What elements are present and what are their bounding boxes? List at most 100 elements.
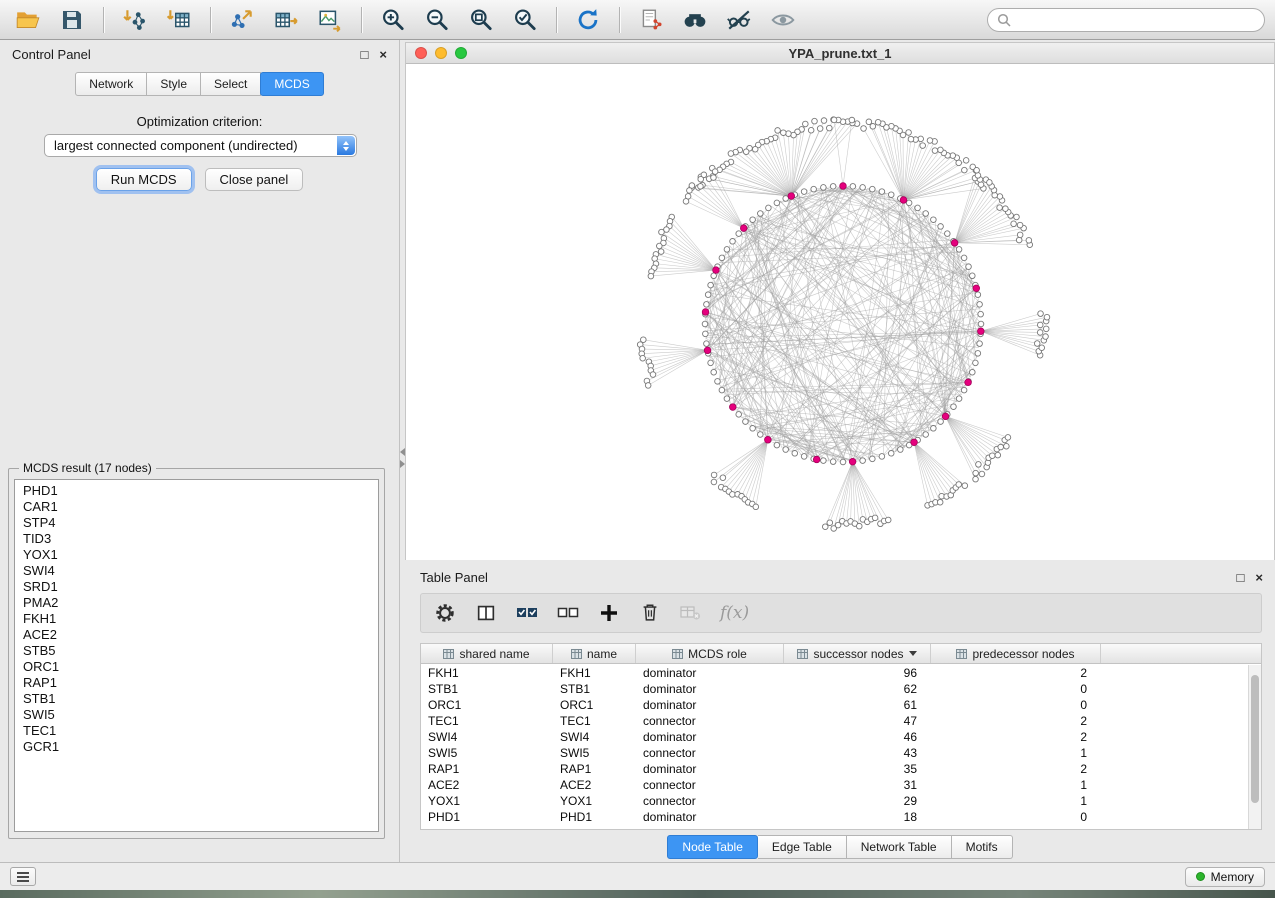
table-row[interactable]: SWI5SWI5connector431	[421, 745, 1248, 761]
close-panel-icon[interactable]: ×	[1255, 571, 1263, 584]
graph-node[interactable]	[704, 341, 710, 347]
graph-leaf-node[interactable]	[973, 470, 979, 476]
graph-leaf-node[interactable]	[932, 148, 938, 154]
table-row[interactable]: STB1STB1dominator620	[421, 681, 1248, 697]
table-cell[interactable]: ORC1	[553, 697, 636, 713]
graph-node[interactable]	[792, 450, 798, 456]
graph-node[interactable]	[750, 217, 756, 223]
table-cell[interactable]: SWI5	[421, 745, 553, 761]
graph-hub-node[interactable]	[973, 285, 980, 292]
graph-node[interactable]	[783, 196, 789, 202]
mcds-result-item[interactable]: RAP1	[15, 675, 378, 691]
graph-leaf-node[interactable]	[1034, 341, 1040, 347]
graph-leaf-node[interactable]	[1044, 314, 1050, 320]
table-row[interactable]: ACE2ACE2connector311	[421, 777, 1248, 793]
zoom-selected-button[interactable]	[507, 4, 543, 36]
table-cell[interactable]: 1	[931, 745, 1101, 761]
graph-leaf-node[interactable]	[927, 138, 933, 144]
graph-node[interactable]	[757, 211, 763, 217]
network-from-document-button[interactable]	[633, 4, 669, 36]
graph-node[interactable]	[840, 459, 846, 465]
save-session-button[interactable]	[54, 4, 90, 36]
zoom-fit-button[interactable]	[463, 4, 499, 36]
graph-leaf-node[interactable]	[720, 475, 726, 481]
table-cell[interactable]: 0	[931, 681, 1101, 697]
graph-leaf-node[interactable]	[648, 273, 654, 279]
graph-leaf-node[interactable]	[998, 444, 1004, 450]
table-cell[interactable]: PHD1	[421, 809, 553, 825]
graph-node[interactable]	[879, 189, 885, 195]
graph-leaf-node[interactable]	[683, 199, 689, 205]
mcds-result-item[interactable]: SRD1	[15, 579, 378, 595]
graph-leaf-node[interactable]	[1004, 443, 1010, 449]
mcds-result-item[interactable]: STP4	[15, 515, 378, 531]
graph-nodes[interactable]	[637, 117, 1049, 531]
graph-leaf-node[interactable]	[1043, 334, 1049, 340]
graph-leaf-node[interactable]	[656, 243, 662, 249]
graph-leaf-node[interactable]	[866, 119, 872, 125]
maximize-window-icon[interactable]	[455, 47, 467, 59]
graph-leaf-node[interactable]	[743, 149, 749, 155]
deselect-all-button[interactable]	[556, 601, 580, 625]
graph-hub-node[interactable]	[978, 328, 985, 335]
close-window-icon[interactable]	[415, 47, 427, 59]
graph-leaf-node[interactable]	[1014, 214, 1020, 220]
graph-leaf-node[interactable]	[775, 128, 781, 134]
scrollbar-thumb[interactable]	[1251, 675, 1259, 803]
graph-leaf-node[interactable]	[645, 383, 651, 389]
graph-node[interactable]	[860, 185, 866, 191]
graph-node[interactable]	[774, 200, 780, 206]
graph-leaf-node[interactable]	[752, 146, 758, 152]
graph-leaf-node[interactable]	[885, 517, 891, 523]
graph-node[interactable]	[978, 321, 984, 327]
mcds-result-item[interactable]: TEC1	[15, 723, 378, 739]
graph-leaf-node[interactable]	[1043, 326, 1049, 332]
graph-leaf-node[interactable]	[989, 453, 995, 459]
graph-leaf-node[interactable]	[1038, 311, 1044, 317]
graph-node[interactable]	[783, 447, 789, 453]
table-row[interactable]: FKH1FKH1dominator962	[421, 665, 1248, 681]
close-panel-icon[interactable]: ×	[379, 48, 387, 61]
table-cell[interactable]: ACE2	[553, 777, 636, 793]
graph-node[interactable]	[938, 419, 944, 425]
table-cell[interactable]: ACE2	[421, 777, 553, 793]
graph-leaf-node[interactable]	[1037, 330, 1043, 336]
table-cell[interactable]: connector	[636, 745, 784, 761]
graph-leaf-node[interactable]	[687, 188, 693, 194]
graph-hub-node[interactable]	[740, 225, 747, 232]
table-cell[interactable]: 43	[784, 745, 931, 761]
graph-node[interactable]	[956, 247, 962, 253]
table-row[interactable]: RAP1RAP1dominator352	[421, 761, 1248, 777]
graph-leaf-node[interactable]	[780, 130, 786, 136]
graph-node[interactable]	[708, 282, 714, 288]
graph-node[interactable]	[870, 456, 876, 462]
tab-select[interactable]: Select	[201, 72, 261, 96]
table-cell[interactable]: dominator	[636, 681, 784, 697]
graph-leaf-node[interactable]	[803, 121, 809, 127]
column-header-successor-nodes[interactable]: successor nodes	[784, 644, 931, 663]
graph-hub-node[interactable]	[942, 413, 949, 420]
graph-node[interactable]	[969, 369, 975, 375]
graph-node[interactable]	[730, 238, 736, 244]
table-cell[interactable]: 61	[784, 697, 931, 713]
table-cell[interactable]: FKH1	[553, 665, 636, 681]
graph-leaf-node[interactable]	[711, 175, 717, 181]
graph-node[interactable]	[860, 458, 866, 464]
mcds-result-item[interactable]: GCR1	[15, 739, 378, 755]
tab-network[interactable]: Network	[75, 72, 147, 96]
graph-leaf-node[interactable]	[1026, 238, 1032, 244]
graph-node[interactable]	[715, 379, 721, 385]
mcds-result-item[interactable]: FKH1	[15, 611, 378, 627]
table-cell[interactable]: 31	[784, 777, 931, 793]
graph-node[interactable]	[757, 432, 763, 438]
graph-leaf-node[interactable]	[861, 126, 867, 132]
table-cell[interactable]: 47	[784, 713, 931, 729]
table-cell[interactable]: SWI4	[553, 729, 636, 745]
export-table-button[interactable]	[268, 4, 304, 36]
create-column-button[interactable]	[597, 601, 621, 625]
table-cell[interactable]: TEC1	[553, 713, 636, 729]
close-panel-button[interactable]: Close panel	[205, 168, 304, 191]
graph-node[interactable]	[821, 458, 827, 464]
open-session-button[interactable]	[10, 4, 46, 36]
graph-leaf-node[interactable]	[963, 158, 969, 164]
